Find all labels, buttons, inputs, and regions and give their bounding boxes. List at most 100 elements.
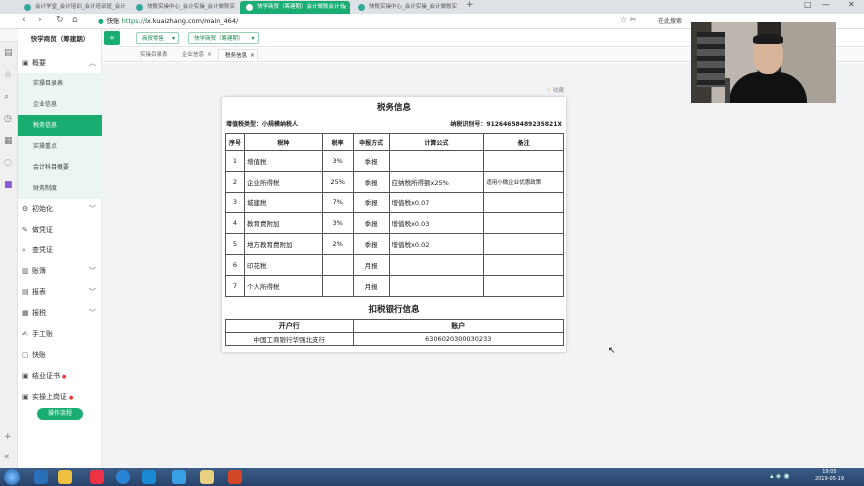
table-cell — [483, 274, 564, 297]
table-cell — [321, 253, 354, 276]
new-tab-button[interactable]: + — [466, 0, 474, 10]
browser-tab-bar: 会计学堂_会计培训_会计培训班_会计 快账实操中心_会计实操_会计做账实 快学商… — [0, 0, 864, 14]
tab-catalog[interactable]: 实操目录表 — [134, 49, 178, 61]
report-icon: ▤ — [22, 288, 29, 296]
table-cell: 城建税 — [243, 191, 323, 214]
table-cell: 7 — [225, 274, 245, 297]
table-cell: 印花税 — [243, 253, 323, 276]
url-field[interactable]: ● 快账 https://lx.kuaizhang.com/main_464/ — [98, 16, 558, 27]
start-button[interactable] — [4, 469, 20, 485]
menu-label: 报税 — [32, 309, 46, 317]
browser-tab[interactable]: 快账实操中心_会计实操_会计做账实 — [352, 1, 460, 14]
bookmark-star-icon[interactable]: ☆ ✂ — [620, 15, 636, 24]
menu-group-reports[interactable]: ▤ 报表 ﹀ — [18, 284, 102, 300]
url-path: lx.kuaizhang.com/main_464/ — [145, 17, 239, 25]
powerpoint-icon[interactable] — [228, 470, 242, 484]
dropdown-value: 快学商贸（筹建期） — [194, 36, 244, 42]
forward-icon[interactable]: › — [38, 15, 42, 25]
sidebar-item-company-info[interactable]: 企业信息 — [18, 94, 102, 115]
menu-group-overview[interactable]: ▣ 概要 ︿ — [18, 55, 102, 71]
browser-tab[interactable]: 快账实操中心_会计实操_会计做账实 — [130, 1, 238, 14]
refresh-icon[interactable]: ↻ — [56, 15, 64, 25]
sidebar-collapse-button[interactable]: « — [104, 31, 120, 45]
star-icon[interactable]: ☆ — [4, 70, 12, 80]
chrome-icon[interactable] — [90, 470, 104, 484]
search-box[interactable]: 在此搜索 — [658, 16, 682, 27]
menu-group-manual[interactable]: ✍ 手工账 — [18, 326, 102, 342]
mouse-cursor-icon: ↖ — [608, 346, 616, 356]
table-cell: 季报 — [352, 170, 390, 193]
tab-label: 快学商贸（筹建期）会计做账会计长 — [257, 4, 346, 10]
close-icon[interactable]: × — [250, 50, 255, 62]
menu-group-tax[interactable]: ▦ 报税 ﹀ — [18, 305, 102, 321]
tab-label: 快账实操中心_会计实操_会计做账实 — [369, 4, 458, 10]
browser-tab-active[interactable]: 快学商贸（筹建期）会计做账会计长 × — [240, 1, 350, 14]
folder-icon[interactable] — [58, 470, 72, 484]
chevron-up-icon: ︿ — [89, 59, 96, 67]
sidebar-item-finance-policy[interactable]: 财务制度 — [18, 178, 102, 199]
minimize-icon[interactable]: — — [822, 0, 830, 9]
table-cell: 季报 — [352, 191, 390, 214]
company-dropdown[interactable]: 快学商贸（筹建期） ▾ — [188, 32, 259, 44]
menu-group-job-cert[interactable]: ▣ 实操上岗证 ● — [18, 389, 102, 405]
badge-icon: ▣ — [22, 393, 29, 401]
table-cell: 增值税x0.03 — [388, 212, 485, 235]
chat-icon[interactable]: ◌ — [4, 158, 12, 168]
table-cell: 6 — [225, 253, 245, 276]
presenter-hair — [753, 34, 783, 44]
table-cell: 3 — [225, 191, 245, 214]
home-icon[interactable]: ⌂ — [72, 15, 78, 25]
table-cell: 增值税x0.07 — [388, 191, 485, 214]
table-cell — [483, 150, 564, 172]
table-cell: 季报 — [352, 150, 390, 172]
ie-icon[interactable] — [34, 470, 48, 484]
sidebar-item-catalog[interactable]: 实操目录表 — [18, 73, 102, 94]
menu-group-certificate[interactable]: ▣ 结业证书 ● — [18, 368, 102, 384]
table-header-cell: 开户行 — [225, 319, 354, 333]
k-app-icon[interactable] — [116, 470, 130, 484]
app-icon[interactable]: ▤ — [4, 48, 13, 58]
chevron-down-icon: ▾ — [172, 35, 176, 42]
favorite-button[interactable]: ☆ 收藏 — [546, 86, 564, 94]
meeting-icon[interactable] — [142, 470, 156, 484]
close-tab-icon[interactable]: × — [342, 1, 347, 14]
page-title: 税务信息 — [376, 103, 411, 113]
close-icon[interactable]: × — [207, 49, 212, 61]
plugin-icon[interactable]: ■ — [4, 180, 13, 190]
table-header-cell: 序号 — [225, 133, 245, 151]
table-header-cell: 备注 — [483, 133, 564, 151]
browser-icon[interactable] — [172, 470, 186, 484]
tray-icons[interactable]: ▴ ◈ ◉ — [770, 472, 789, 480]
menu-group-quick[interactable]: ▢ 快账 — [18, 347, 102, 363]
menu-group-view-voucher[interactable]: ⌕ 查凭证 — [18, 242, 102, 258]
explorer-icon[interactable] — [200, 470, 214, 484]
collapse-icon[interactable]: « — [4, 452, 10, 462]
table-cell: 增值税x0.02 — [388, 233, 485, 255]
sidebar-item-key-points[interactable]: 实操重点 — [18, 136, 102, 157]
search-icon: ⌕ — [22, 246, 26, 254]
operation-flow-button[interactable]: 操作流程 — [37, 408, 83, 420]
doc-icon[interactable]: ▦ — [4, 136, 13, 146]
tax-table: 序号 税种 税率 申报方式 计算公式 备注 1 增值税 3% 季报 2 企业所得税 25% 季报 应纳税所… — [225, 133, 564, 297]
gear-icon: ⚙ — [22, 205, 29, 213]
browser-tab[interactable]: 会计学堂_会计培训_会计培训班_会计 — [18, 1, 130, 14]
clock-icon[interactable]: ◷ — [4, 114, 12, 124]
menu-group-ledger[interactable]: ▥ 账簿 ﹀ — [18, 263, 102, 279]
hand-icon: ✍ — [22, 330, 28, 338]
menu-group-make-voucher[interactable]: ✎ 做凭证 — [18, 222, 102, 238]
sidebar-item-accounts-overview[interactable]: 会计科目概要 — [18, 157, 102, 178]
add-icon[interactable]: + — [4, 432, 12, 442]
tab-tax-info[interactable]: 税务信息 × — [218, 49, 259, 62]
table-cell: 季报 — [352, 212, 390, 235]
menu-label: 概要 — [32, 59, 46, 67]
sidebar-item-tax-info[interactable]: 税务信息 — [18, 115, 102, 136]
table-cell: 7% — [321, 191, 354, 214]
menu-group-init[interactable]: ⚙ 初始化 ﹀ — [18, 201, 102, 217]
back-icon[interactable]: ‹ — [22, 15, 26, 25]
restore-icon[interactable]: ▢ — [804, 0, 812, 9]
search-icon[interactable]: ⌕ — [4, 92, 9, 102]
tab-company-info[interactable]: 企业信息 × — [176, 49, 214, 61]
table-cell: 月报 — [352, 274, 390, 297]
close-window-icon[interactable]: ✕ — [848, 0, 855, 9]
industry-dropdown[interactable]: 商贸零售 ▾ — [136, 32, 180, 44]
